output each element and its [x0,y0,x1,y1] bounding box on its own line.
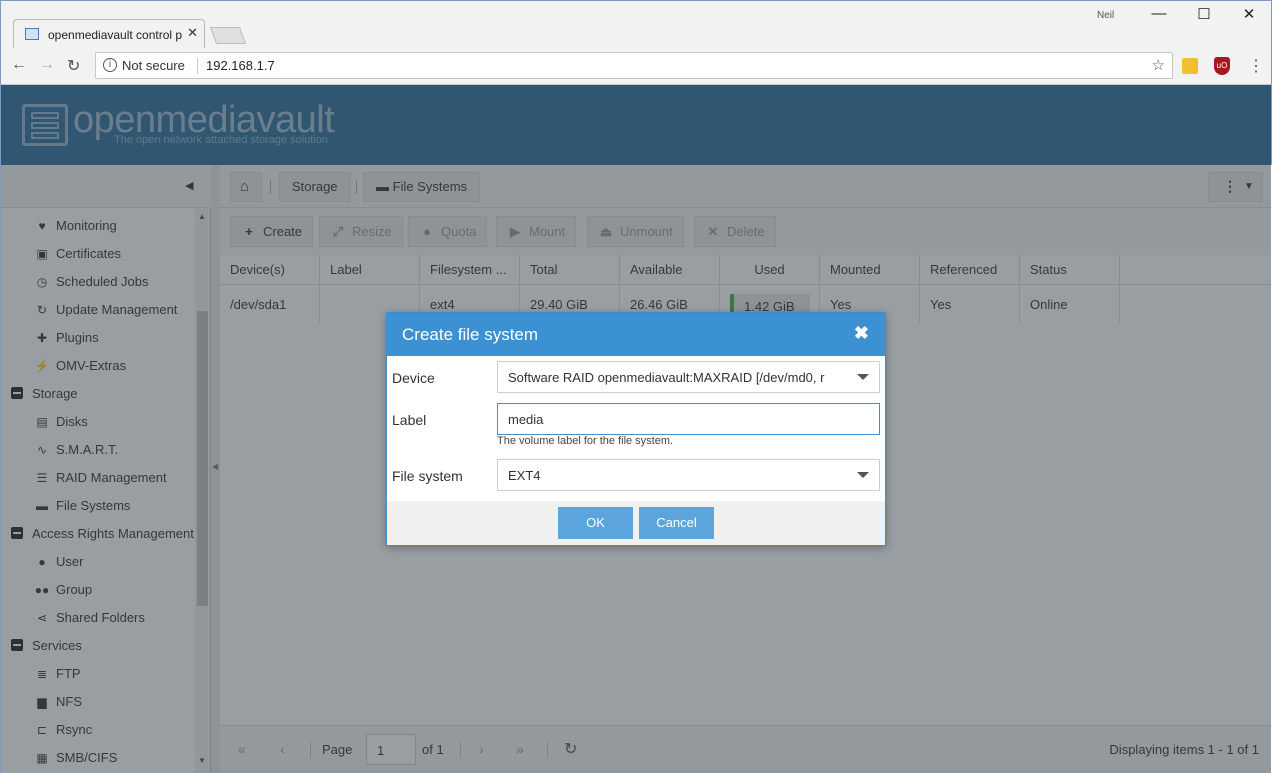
info-icon[interactable]: i [103,58,117,72]
filesystem-label: File system [392,468,463,484]
favicon-icon [25,28,39,40]
browser-toolbar: ← → ↻ i Not secure 192.168.1.7 ☆ uO ⋮ [0,48,1272,85]
create-filesystem-dialog: Create file system ✖ Device Software RAI… [386,312,886,546]
tab-close-icon[interactable]: ✕ [187,25,198,41]
chevron-down-icon[interactable] [857,472,869,478]
address-separator [197,58,198,74]
url-text[interactable]: 192.168.1.7 [206,58,275,73]
dialog-header: Create file system ✖ [387,313,885,356]
maximize-icon[interactable]: ☐ [1189,5,1219,23]
label-label: Label [392,412,427,428]
ublock-icon[interactable]: uO [1214,57,1230,75]
address-bar[interactable]: i Not secure 192.168.1.7 ☆ [95,52,1173,79]
new-tab-button[interactable] [209,27,247,44]
back-icon[interactable]: ← [11,56,27,74]
bookmark-star-icon[interactable]: ☆ [1152,56,1165,74]
label-hint: The volume label for the file system. [497,435,674,447]
forward-icon[interactable]: → [39,56,55,74]
tab-title: openmediavault control p [48,28,183,42]
security-label[interactable]: Not secure [122,58,185,73]
label-input[interactable]: media [497,403,880,435]
device-label: Device [392,370,435,386]
dialog-title: Create file system [402,325,539,344]
window-user[interactable]: Neil [1097,10,1114,21]
filesystem-select-value: EXT4 [508,468,541,483]
filesystem-select[interactable]: EXT4 [497,459,880,491]
device-select-value: Software RAID openmediavault:MAXRAID [/d… [508,370,825,385]
device-select[interactable]: Software RAID openmediavault:MAXRAID [/d… [497,361,880,393]
close-icon[interactable]: ✖ [854,323,869,344]
extension-icon[interactable] [1182,58,1198,74]
window-close-icon[interactable]: ✕ [1234,5,1264,23]
reload-icon[interactable]: ↻ [67,56,80,76]
browser-titlebar: openmediavault control p ✕ Neil — ☐ ✕ [0,0,1272,49]
dialog-footer: OK Cancel [387,501,885,545]
browser-menu-icon[interactable]: ⋮ [1248,56,1264,76]
cancel-button[interactable]: Cancel [639,507,714,539]
minimize-icon[interactable]: — [1144,5,1174,22]
browser-tab[interactable]: openmediavault control p ✕ [13,19,205,49]
chevron-down-icon[interactable] [857,374,869,380]
ok-button[interactable]: OK [558,507,633,539]
